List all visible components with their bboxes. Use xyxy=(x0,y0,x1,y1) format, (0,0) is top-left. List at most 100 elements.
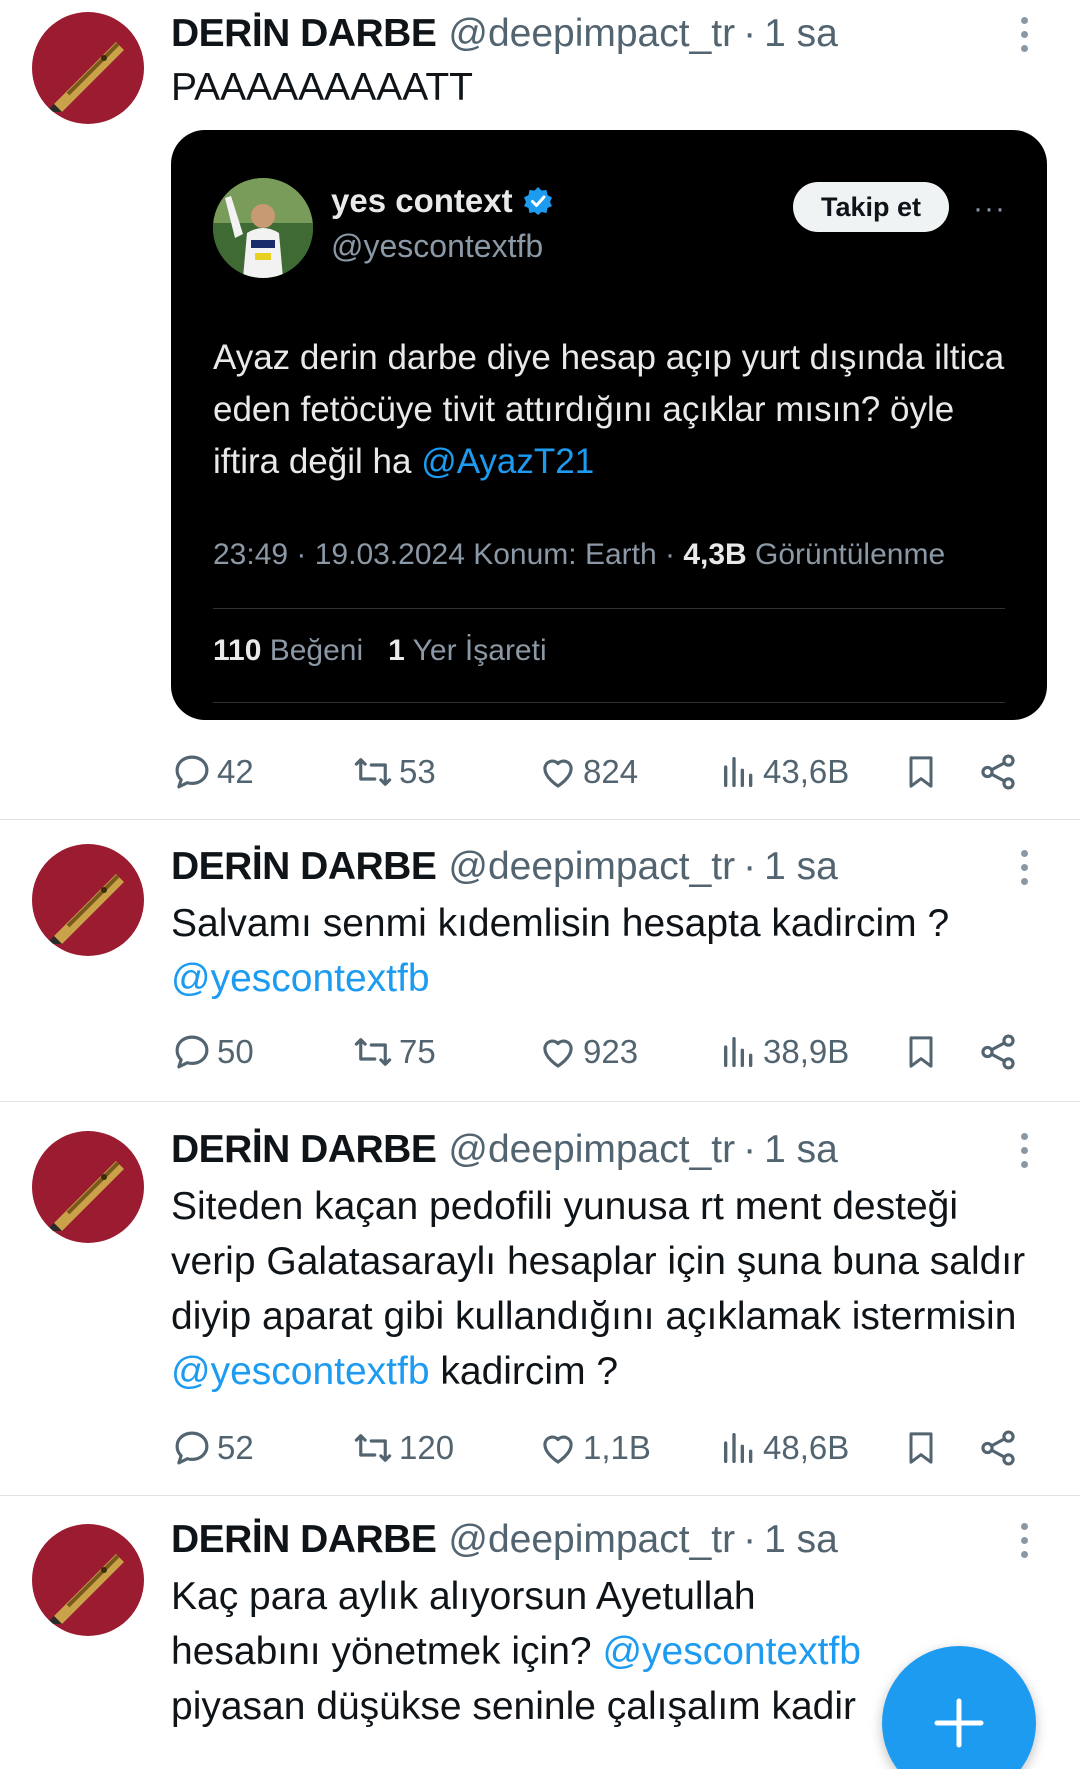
separator: · xyxy=(743,12,757,55)
tweet-header: DERİN DARBE @deepimpact_tr · 1 sa xyxy=(171,843,838,891)
reply-count: 52 xyxy=(217,1429,254,1466)
mention-link[interactable]: @yescontextfb xyxy=(602,1630,861,1673)
share-button[interactable] xyxy=(977,1028,1019,1076)
reply-count: 42 xyxy=(217,753,254,790)
username[interactable]: @deepimpact_tr xyxy=(448,1128,735,1172)
views-icon xyxy=(724,1037,753,1067)
reply-icon xyxy=(175,1431,209,1465)
embedded-views-count: 4,3B xyxy=(683,538,747,571)
embedded-likes-label: Beğeni xyxy=(261,634,364,667)
timestamp[interactable]: 1 sa xyxy=(764,1128,838,1172)
embedded-more-icon: ··· xyxy=(973,192,1006,225)
username[interactable]: @deepimpact_tr xyxy=(448,845,735,889)
display-name[interactable]: DERİN DARBE xyxy=(171,1128,437,1172)
embedded-tweet-text: Ayaz derin darbe diye hesap açıp yurt dı… xyxy=(213,332,1013,488)
retweet-button[interactable]: 75 xyxy=(351,1028,436,1076)
mention-link[interactable]: @yescontextfb xyxy=(171,957,430,1000)
mention-link[interactable]: @yescontextfb xyxy=(171,1350,430,1393)
views-icon xyxy=(724,1433,753,1463)
share-button[interactable] xyxy=(977,748,1019,796)
tweet[interactable]: DERİN DARBE @deepimpact_tr · 1 sa PAAAAA… xyxy=(0,0,1080,820)
person-photo-icon xyxy=(213,178,313,278)
retweet-button[interactable]: 120 xyxy=(351,1424,454,1472)
tweet[interactable]: DERİN DARBE @deepimpact_tr · 1 sa Salvam… xyxy=(0,820,1080,1100)
bookmark-icon xyxy=(909,1432,933,1464)
embedded-meta: 23:49 · 19.03.2024 Konum: Earth · 4,3B G… xyxy=(213,538,945,572)
more-options-icon[interactable] xyxy=(1010,10,1038,58)
tweet-text-part: Siteden kaçan pedofili yunusa rt ment de… xyxy=(171,1185,1026,1338)
embedded-text: Ayaz derin darbe diye hesap açıp yurt dı… xyxy=(213,338,1005,481)
display-name[interactable]: DERİN DARBE xyxy=(171,1518,437,1562)
views-button[interactable]: 48,6B xyxy=(719,1424,849,1472)
like-button[interactable]: 923 xyxy=(537,1028,638,1076)
share-icon xyxy=(981,754,1015,790)
views-button[interactable]: 38,9B xyxy=(719,1028,849,1076)
tweet-header: DERİN DARBE @deepimpact_tr · 1 sa xyxy=(171,1126,838,1174)
bookmark-button[interactable] xyxy=(901,1424,941,1472)
action-bar: 42 53 824 43,6B xyxy=(171,748,1041,796)
views-icon xyxy=(724,757,753,787)
reply-icon xyxy=(175,755,209,789)
reply-icon xyxy=(175,1035,209,1069)
separator: · xyxy=(743,845,757,888)
tweet-header: DERİN DARBE @deepimpact_tr · 1 sa xyxy=(171,1516,838,1564)
bookmark-button[interactable] xyxy=(901,1028,941,1076)
share-icon xyxy=(981,1430,1015,1466)
display-name[interactable]: DERİN DARBE xyxy=(171,845,437,889)
heart-icon xyxy=(543,1039,573,1068)
retweet-button[interactable]: 53 xyxy=(351,748,436,796)
tweet-header: DERİN DARBE @deepimpact_tr · 1 sa xyxy=(171,10,838,58)
heart-icon xyxy=(543,759,573,788)
reply-button[interactable]: 52 xyxy=(171,1424,254,1472)
retweet-count: 120 xyxy=(399,1429,455,1466)
more-options-icon[interactable] xyxy=(1010,1516,1038,1564)
tweet-text: Kaç para aylık alıyorsun Ayetullah hesab… xyxy=(171,1569,911,1734)
views-button[interactable]: 43,6B xyxy=(719,748,849,796)
reply-button[interactable]: 50 xyxy=(171,1028,254,1076)
retweet-count: 75 xyxy=(399,1033,436,1070)
bookmark-button[interactable] xyxy=(901,748,941,796)
views-count: 38,9B xyxy=(763,1033,850,1070)
tweet-text-part: kadircim ? xyxy=(440,1350,619,1393)
separator: · xyxy=(743,1128,757,1171)
embedded-bookmarks-label: Yer İşareti xyxy=(404,634,547,667)
like-count: 824 xyxy=(583,753,639,790)
like-button[interactable]: 1,1B xyxy=(537,1424,651,1472)
embedded-name-text: yes context xyxy=(331,182,513,219)
like-button[interactable]: 824 xyxy=(537,748,638,796)
avatar[interactable] xyxy=(32,1524,144,1636)
avatar[interactable] xyxy=(32,1131,144,1243)
more-options-icon[interactable] xyxy=(1010,1126,1038,1174)
timestamp[interactable]: 1 sa xyxy=(764,845,838,889)
embedded-mention: @AyazT21 xyxy=(421,442,595,481)
tweet-text: PAAAAAAAAATT xyxy=(171,60,1041,115)
embedded-avatar xyxy=(213,178,313,278)
separator: · xyxy=(743,1518,757,1561)
share-button[interactable] xyxy=(977,1424,1019,1472)
retweet-icon xyxy=(354,1038,392,1066)
retweet-icon xyxy=(354,1434,392,1462)
avatar[interactable] xyxy=(32,844,144,956)
embedded-image-card[interactable]: yes context @yescontextfb Takip et ··· A… xyxy=(171,130,1047,720)
tweet-text: Salvamı senmi kıdemlisin hesapta kadirci… xyxy=(171,896,1041,1006)
heart-icon xyxy=(543,1435,573,1464)
action-bar: 50 75 923 38,9B xyxy=(171,1028,1041,1076)
timestamp[interactable]: 1 sa xyxy=(764,1518,838,1562)
follow-button: Takip et xyxy=(793,182,949,232)
tweet[interactable]: DERİN DARBE @deepimpact_tr · 1 sa Sitede… xyxy=(0,1102,1080,1495)
embedded-stats: 110 Beğeni 1 Yer İşareti xyxy=(213,634,547,668)
embedded-views-label: Görüntülenme xyxy=(746,538,946,571)
username[interactable]: @deepimpact_tr xyxy=(448,1518,735,1562)
display-name[interactable]: DERİN DARBE xyxy=(171,12,437,56)
reply-button[interactable]: 42 xyxy=(171,748,254,796)
bookmark-icon xyxy=(909,1036,933,1068)
username[interactable]: @deepimpact_tr xyxy=(448,12,735,56)
more-options-icon[interactable] xyxy=(1010,843,1038,891)
embedded-likes-count: 110 xyxy=(213,634,262,667)
timestamp[interactable]: 1 sa xyxy=(764,12,838,56)
avatar[interactable] xyxy=(32,12,144,124)
views-count: 48,6B xyxy=(763,1429,850,1466)
action-bar: 52 120 1,1B 48,6B xyxy=(171,1424,1041,1472)
pen-logo-icon xyxy=(46,874,124,944)
share-icon xyxy=(981,1034,1015,1070)
